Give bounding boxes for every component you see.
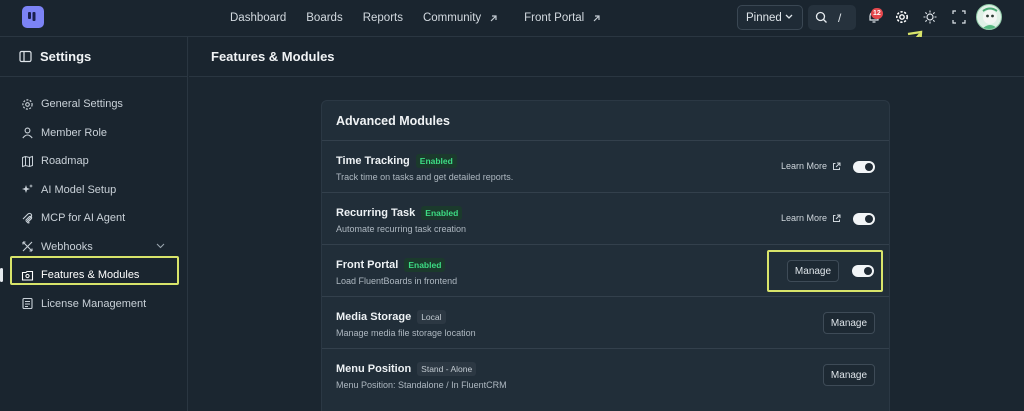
main-nav: Dashboard Boards Reports Community Front…: [230, 0, 621, 36]
sidebar-item-license-management[interactable]: License Management: [0, 290, 187, 319]
status-badge: Enabled: [421, 206, 463, 220]
module-name: Time Tracking: [336, 155, 410, 167]
nav-front-portal[interactable]: Front Portal: [524, 12, 601, 24]
module-name: Menu Position: [336, 363, 412, 375]
settings-sidebar: Settings General Settings Member Role Ro…: [0, 37, 188, 411]
sparkle-icon: [22, 184, 33, 194]
sidebar-item-general-settings[interactable]: General Settings: [0, 90, 187, 119]
pinned-dropdown[interactable]: Pinned: [737, 5, 803, 30]
module-description: Manage media file storage location: [336, 328, 476, 338]
nav-community[interactable]: Community: [423, 12, 498, 24]
nav-reports[interactable]: Reports: [363, 12, 403, 24]
module-row-time-tracking: Time Tracking Enabled Track time on task…: [322, 141, 889, 193]
front-portal-toggle[interactable]: [852, 265, 874, 277]
active-indicator: [0, 268, 3, 282]
sidebar-panel-icon[interactable]: [19, 50, 32, 63]
sidebar-header: Settings: [0, 37, 187, 77]
sidebar-menu: General Settings Member Role Roadmap AI …: [0, 77, 187, 318]
module-description: Load FluentBoards in frontend: [336, 276, 458, 286]
sidebar-title: Settings: [40, 49, 92, 64]
external-arrow-icon: [593, 14, 600, 21]
advanced-modules-card: Advanced Modules Time Tracking Enabled T…: [321, 100, 890, 411]
avatar-face-icon: [982, 7, 998, 29]
learn-more-link[interactable]: Learn More: [781, 213, 841, 223]
chevron-down-icon: [785, 14, 793, 19]
module-description: Menu Position: Standalone / In FluentCRM: [336, 380, 507, 390]
module-description: Track time on tasks and get detailed rep…: [336, 172, 514, 182]
mcp-icon: [22, 212, 33, 224]
search-icon: [815, 11, 827, 23]
sidebar-item-mcp-for-ai-agent[interactable]: MCP for AI Agent: [0, 204, 187, 233]
user-avatar[interactable]: [976, 4, 1002, 30]
module-name: Recurring Task: [336, 207, 416, 219]
module-row-recurring-task: Recurring Task Enabled Automate recurrin…: [322, 193, 889, 245]
learn-more-link[interactable]: Learn More: [781, 161, 841, 171]
front-portal-manage-button[interactable]: Manage: [787, 260, 839, 282]
status-badge: Stand - Alone: [417, 362, 477, 376]
module-row-menu-position: Menu Position Stand - Alone Menu Positio…: [322, 349, 889, 401]
external-link-icon: [833, 162, 841, 170]
gear-icon: [22, 99, 33, 110]
license-icon: [22, 298, 33, 310]
menu-position-manage-button[interactable]: Manage: [823, 364, 875, 386]
sidebar-item-member-role[interactable]: Member Role: [0, 119, 187, 148]
modules-icon: [21, 270, 34, 281]
webhook-icon: [22, 241, 33, 252]
module-row-front-portal: Front Portal Enabled Load FluentBoards i…: [322, 245, 889, 297]
user-icon: [22, 127, 33, 139]
module-name: Media Storage: [336, 311, 412, 323]
card-title: Advanced Modules: [322, 101, 889, 141]
sidebar-item-webhooks[interactable]: Webhooks: [0, 233, 187, 262]
page-title: Features & Modules: [189, 37, 1024, 77]
fullscreen-icon[interactable]: [951, 9, 967, 25]
sidebar-item-features-modules[interactable]: Features & Modules: [0, 261, 187, 290]
module-name: Front Portal: [336, 259, 399, 271]
top-bar: Dashboard Boards Reports Community Front…: [0, 0, 1024, 37]
sidebar-item-ai-model-setup[interactable]: AI Model Setup: [0, 176, 187, 205]
external-link-icon: [833, 214, 841, 222]
logo-icon: [28, 12, 36, 21]
module-row-media-storage: Media Storage Local Manage media file st…: [322, 297, 889, 349]
status-badge: Enabled: [415, 154, 457, 168]
theme-sun-icon[interactable]: [922, 9, 938, 25]
media-storage-manage-button[interactable]: Manage: [823, 312, 875, 334]
chevron-down-icon[interactable]: [156, 243, 165, 249]
app-logo[interactable]: [22, 6, 44, 28]
notification-badge: 12: [871, 8, 883, 19]
search-button[interactable]: /: [808, 5, 856, 30]
status-badge: Local: [417, 310, 446, 324]
external-arrow-icon: [490, 14, 497, 21]
nav-boards[interactable]: Boards: [306, 12, 342, 24]
nav-dashboard[interactable]: Dashboard: [230, 12, 286, 24]
status-badge: Enabled: [404, 258, 446, 272]
time-tracking-toggle[interactable]: [853, 161, 875, 173]
search-shortcut: /: [838, 10, 842, 25]
map-icon: [22, 155, 33, 167]
settings-gear-icon[interactable]: [894, 9, 910, 25]
recurring-task-toggle[interactable]: [853, 213, 875, 225]
module-description: Automate recurring task creation: [336, 224, 467, 234]
sidebar-item-roadmap[interactable]: Roadmap: [0, 147, 187, 176]
